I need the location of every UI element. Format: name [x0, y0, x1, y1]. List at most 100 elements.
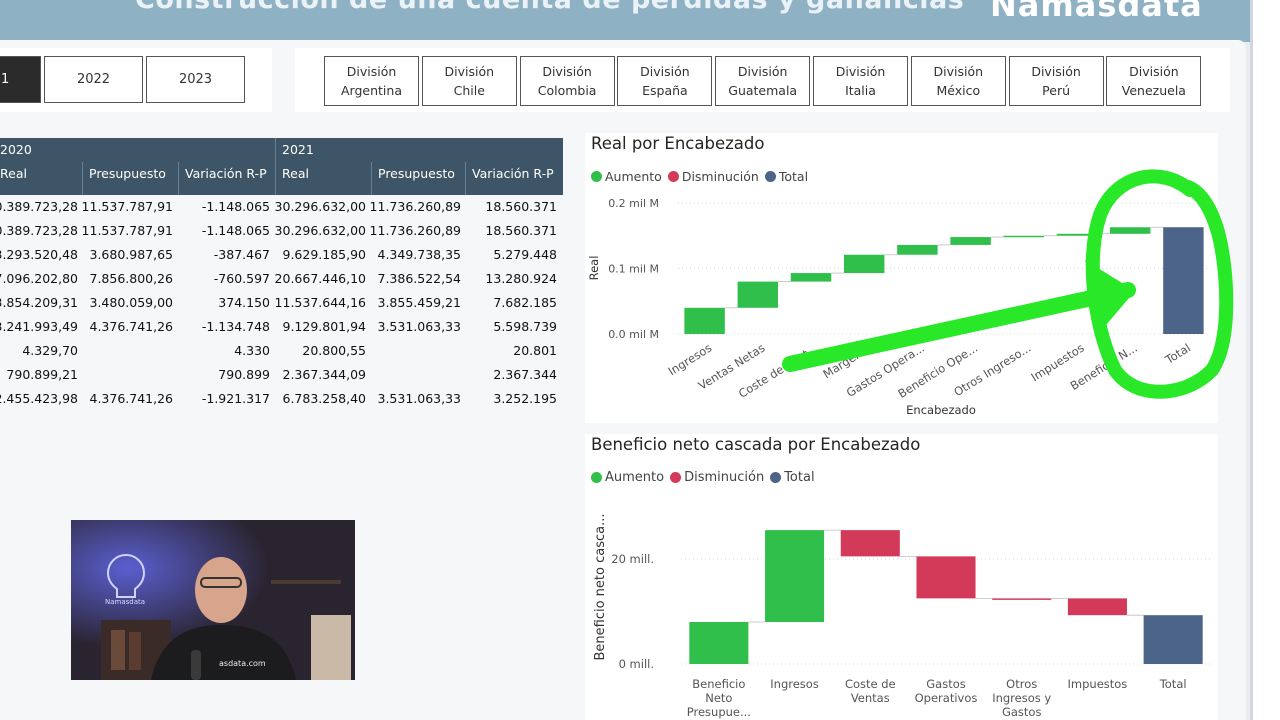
- table-cell: 3.293.520,48: [0, 247, 78, 262]
- division-button[interactable]: División Colombia: [519, 56, 615, 106]
- waterfall-bar: [1143, 615, 1203, 664]
- division-button[interactable]: División Argentina: [324, 56, 419, 106]
- table-cell: 11.537.787,91: [81, 199, 173, 214]
- table-cell: 4.330: [234, 343, 270, 358]
- division-button-label: Perú: [1042, 83, 1071, 98]
- table-column-header: Real Presupuesto Variación R-P Real Pres…: [0, 162, 563, 195]
- table-cell: -1.134.748: [201, 319, 270, 334]
- table-cell: -760.597: [213, 271, 270, 286]
- division-button[interactable]: División Chile: [421, 56, 517, 106]
- x-tick-label-line: Ventas: [851, 691, 890, 705]
- x-tick-label-line: Operativos: [915, 691, 978, 705]
- table-cell: 7.856.800,26: [89, 271, 174, 286]
- division-button-line1: División: [1031, 64, 1081, 79]
- legend-item-decrease[interactable]: Disminución: [667, 169, 759, 184]
- table-row[interactable]: 3.241.993,49 4.376.741,26 -1.134.748 9.129.…: [0, 315, 563, 339]
- legend-item-decrease[interactable]: Disminución: [670, 470, 764, 485]
- division-button-label: Argentina: [341, 83, 402, 98]
- division-button[interactable]: División Venezuela: [1106, 56, 1202, 106]
- table-cell: 11.537.644,16: [274, 295, 366, 310]
- table-row[interactable]: 7.096.202,80 7.856.800,26 -760.597 20.667.4…: [0, 267, 563, 291]
- column-header[interactable]: Variación R-P: [472, 166, 554, 181]
- column-header[interactable]: Real: [0, 166, 27, 181]
- table-cell: 13.280.924: [485, 271, 557, 286]
- y-axis-label: Real: [587, 256, 601, 281]
- division-button-label: Venezuela: [1121, 83, 1186, 98]
- y-tick-label: 0.2 mil M: [608, 197, 659, 210]
- waterfall-bar: [843, 254, 885, 274]
- year-button-selected[interactable]: 1: [0, 56, 41, 103]
- table-row[interactable]: 4.329,70 4.330 20.800,55 20.801: [0, 339, 563, 363]
- table-cell: 2.367.344,09: [282, 367, 367, 382]
- table-cell: 20.800,55: [302, 343, 366, 358]
- y-axis-label: Beneficio neto casca...: [593, 513, 608, 660]
- waterfall-bar: [1003, 235, 1045, 238]
- division-button[interactable]: División Italia: [813, 56, 908, 106]
- table-cell: 9.129.801,94: [282, 319, 367, 334]
- table-cell: 4.329,70: [22, 343, 78, 358]
- waterfall-bar: [1056, 233, 1098, 236]
- waterfall-bar: [737, 281, 779, 308]
- division-button[interactable]: División México: [910, 56, 1006, 106]
- legend-item-total[interactable]: Total: [770, 470, 815, 485]
- table-cell: 790.899: [218, 367, 270, 382]
- table-row[interactable]: 3.293.520,48 3.680.987,65 -387.467 9.629.18…: [0, 243, 563, 267]
- chart-legend: Aumento Disminución Total: [591, 169, 814, 184]
- table-cell: 7.682.185: [493, 295, 557, 310]
- table-cell: 2.367.344: [493, 367, 557, 382]
- x-tick-label-line: Gastos: [926, 677, 966, 691]
- column-header[interactable]: Presupuesto: [89, 166, 166, 181]
- x-tick-label-line: Neto: [705, 691, 732, 705]
- year-button-2023[interactable]: 2023: [146, 56, 245, 103]
- table-cell: 790.899,21: [6, 367, 78, 382]
- table-cell: 7.096.202,80: [0, 271, 78, 286]
- waterfall-bar: [992, 598, 1052, 600]
- column-header[interactable]: Presupuesto: [378, 166, 455, 181]
- column-header[interactable]: Variación R-P: [185, 166, 267, 181]
- table-row[interactable]: 0.389.723,28 11.537.787,91 -1.148.065 30.29…: [0, 195, 563, 219]
- table-cell: -1.148.065: [201, 223, 270, 238]
- table-row[interactable]: 0.389.723,28 11.537.787,91 -1.148.065 30.29…: [0, 219, 563, 243]
- table-cell: 18.560.371: [485, 199, 557, 214]
- year-button-2022[interactable]: 2022: [44, 56, 143, 103]
- table-cell: 3.531.063,33: [377, 391, 462, 406]
- division-button-line1: División: [542, 64, 592, 79]
- column-header[interactable]: Real: [282, 166, 309, 181]
- waterfall-bar: [840, 530, 900, 557]
- x-axis-label: Encabezado: [906, 403, 976, 417]
- division-button-label: España: [642, 83, 688, 98]
- x-tick-label: Total: [1162, 341, 1193, 368]
- x-tick-label-line: Ingresos: [770, 677, 819, 691]
- table-row[interactable]: 790.899,21 790.899 2.367.344,09 2.367.344: [0, 363, 563, 387]
- group-header-2021: 2021: [282, 142, 314, 157]
- table-cell: 5.279.448: [493, 247, 557, 262]
- division-button[interactable]: División Guatemala: [715, 56, 811, 106]
- group-header-2020: 2020: [0, 142, 32, 157]
- legend-item-total[interactable]: Total: [764, 169, 808, 184]
- division-button-label: Chile: [453, 83, 485, 98]
- table-row[interactable]: 3.854.209,31 3.480.059,00 374.150 11.537.64…: [0, 291, 563, 315]
- division-button[interactable]: División España: [617, 56, 713, 106]
- table-cell: 3.680.987,65: [89, 247, 174, 262]
- legend-item-increase[interactable]: Aumento: [591, 169, 662, 184]
- legend-item-increase[interactable]: Aumento: [591, 470, 664, 485]
- brand-logo-text: Namasdata: [990, 0, 1203, 24]
- report-title: Construcción de una cuenta de pérdidas y…: [135, 0, 964, 15]
- table-cell: 3.531.063,33: [377, 319, 462, 334]
- division-button-label: México: [936, 83, 981, 98]
- waterfall-bar: [790, 273, 832, 282]
- chart-title: Real por Encabezado: [591, 134, 765, 153]
- x-tick-label: Otros Ingresos y Gastos: [992, 677, 1051, 719]
- table-cell: 9.629.185,90: [282, 247, 367, 262]
- legend-dot-icon: [591, 472, 602, 483]
- table-cell: 11.537.787,91: [81, 223, 173, 238]
- table-row[interactable]: 2.455.423,98 4.376.741,26 -1.921.317 6.783.…: [0, 387, 563, 411]
- table-cell: -387.467: [213, 247, 270, 262]
- x-tick-label-line: Ingresos y: [992, 691, 1051, 705]
- division-button[interactable]: División Perú: [1008, 56, 1104, 106]
- waterfall-bar: [1067, 598, 1127, 616]
- table-cell: 11.736.260,89: [369, 199, 461, 214]
- table-cell: 30.296.632,00: [274, 199, 366, 214]
- table-cell: 2.455.423,98: [0, 391, 78, 406]
- legend-dot-icon: [670, 472, 682, 483]
